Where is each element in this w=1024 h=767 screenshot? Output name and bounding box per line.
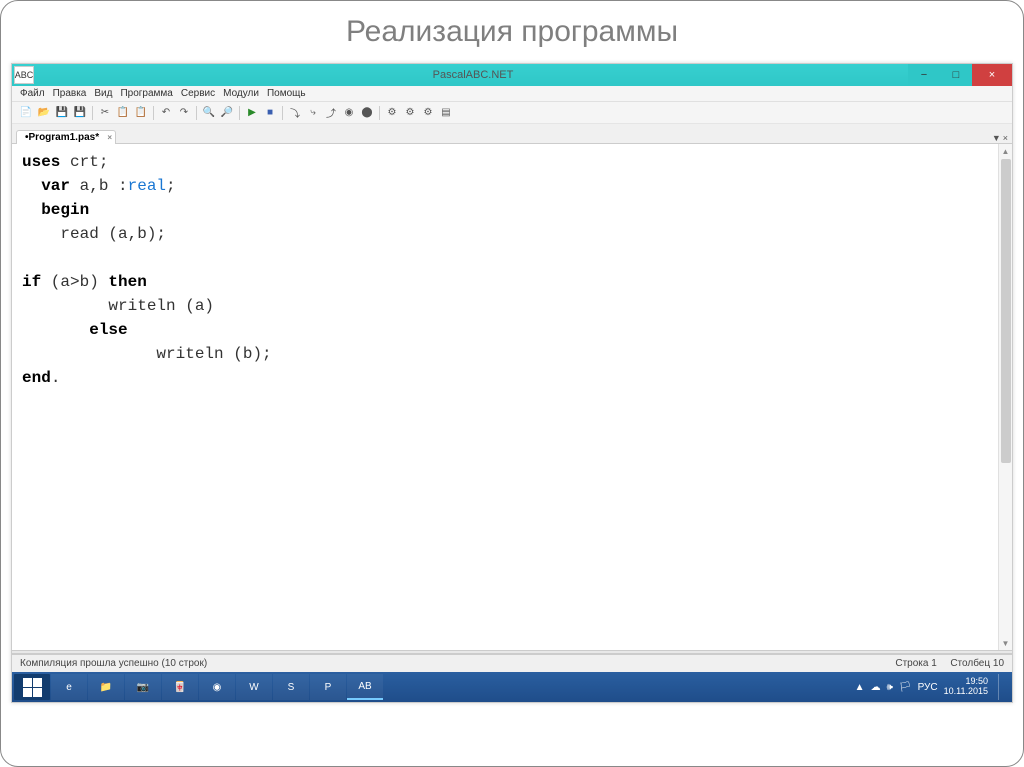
vertical-scrollbar[interactable]: ▲ ▼ (998, 144, 1012, 650)
code-editor[interactable]: uses crt; var a,b :real; begin read (a,b… (12, 144, 998, 650)
window-controls: − □ × (908, 64, 1012, 86)
slide-title: Реализация программы (11, 15, 1013, 49)
windows-logo-icon (23, 678, 42, 697)
taskbar-pascalabc[interactable]: AB (347, 674, 383, 700)
status-column: Столбец 10 (950, 658, 1004, 669)
toolbar-separator (92, 106, 93, 120)
toolbar-copy-button[interactable]: 📋 (115, 105, 131, 121)
menu-program[interactable]: Программа (120, 88, 172, 99)
toolbar-separator (153, 106, 154, 120)
tray-overflow-icon[interactable]: ▲ (855, 682, 865, 693)
toolbar-build-button[interactable]: ⚙ (402, 105, 418, 121)
scroll-thumb[interactable] (1001, 159, 1011, 463)
toolbar-breakpoint-button[interactable]: ⬤ (359, 105, 375, 121)
toolbar-new-button[interactable]: 📄 (18, 105, 34, 121)
taskbar-chrome[interactable]: ◉ (199, 674, 235, 700)
toolbar-find-button[interactable]: 🔍 (201, 105, 217, 121)
taskbar: e 📁 📷 🀄 ◉ W S P AB ▲ ☁ 🕪 🏳 РУС 19:50 10.… (12, 672, 1012, 702)
toolbar-separator (196, 106, 197, 120)
toolbar-stop-button[interactable]: ■ (262, 105, 278, 121)
tray-cloud-icon[interactable]: ☁ (871, 682, 881, 693)
start-button[interactable] (14, 674, 50, 700)
toolbar-separator (282, 106, 283, 120)
maximize-button[interactable]: □ (940, 64, 972, 86)
window-title: PascalABC.NET (38, 64, 908, 86)
toolbar-rebuild-button[interactable]: ⚙ (420, 105, 436, 121)
close-button[interactable]: × (972, 64, 1012, 86)
tray-language[interactable]: РУС (918, 682, 938, 693)
status-message: Компиляция прошла успешно (10 строк) (20, 658, 207, 669)
editor-tab[interactable]: •Program1.pas* × (16, 130, 116, 144)
toolbar-output-button[interactable]: ▤ (438, 105, 454, 121)
scroll-up-icon[interactable]: ▲ (999, 144, 1012, 158)
tab-list-dropdown[interactable]: ▼ (992, 133, 1001, 143)
taskbar-skype[interactable]: S (273, 674, 309, 700)
toolbar-undo-button[interactable]: ↶ (158, 105, 174, 121)
toolbar-stepin-button[interactable]: ⤷ (305, 105, 321, 121)
tabstrip: •Program1.pas* × ▼ × (12, 124, 1012, 144)
statusbar: Компиляция прошла успешно (10 строк) Стр… (12, 654, 1012, 672)
menu-edit[interactable]: Правка (53, 88, 87, 99)
taskbar-camera[interactable]: 📷 (125, 674, 161, 700)
tray-date: 10.11.2015 (944, 687, 988, 697)
taskbar-powerpoint[interactable]: P (310, 674, 346, 700)
menu-modules[interactable]: Модули (223, 88, 259, 99)
scroll-down-icon[interactable]: ▼ (999, 636, 1012, 650)
app-window: ABC PascalABC.NET − □ × Файл Правка Вид … (11, 63, 1013, 703)
toolbar-findnext-button[interactable]: 🔎 (219, 105, 235, 121)
app-icon: ABC (14, 66, 34, 84)
tab-dropdown: ▼ × (992, 133, 1008, 143)
menubar: Файл Правка Вид Программа Сервис Модули … (12, 86, 1012, 102)
tab-close-icon[interactable]: × (107, 133, 112, 142)
menu-service[interactable]: Сервис (181, 88, 215, 99)
taskbar-explorer[interactable]: 📁 (88, 674, 124, 700)
slide-frame: Реализация программы ABC PascalABC.NET −… (0, 0, 1024, 767)
tray-clock[interactable]: 19:50 10.11.2015 (944, 677, 988, 697)
toolbar-redo-button[interactable]: ↷ (176, 105, 192, 121)
menu-help[interactable]: Помощь (267, 88, 306, 99)
toolbar: 📄📂💾💾✂📋📋↶↷🔍🔎▶■⤵⤷⤴◉⬤⚙⚙⚙▤ (12, 102, 1012, 124)
toolbar-open-button[interactable]: 📂 (36, 105, 52, 121)
code-area: uses crt; var a,b :real; begin read (a,b… (12, 144, 1012, 650)
toolbar-run-button[interactable]: ▶ (244, 105, 260, 121)
tray-volume-icon[interactable]: 🕪 (887, 682, 893, 693)
tab-label: •Program1.pas* (25, 132, 99, 143)
toolbar-save-button[interactable]: 💾 (54, 105, 70, 121)
toolbar-saveall-button[interactable]: 💾 (72, 105, 88, 121)
menu-file[interactable]: Файл (20, 88, 45, 99)
toolbar-stepover-button[interactable]: ⤵ (287, 105, 303, 121)
tray-flag-icon[interactable]: 🏳 (899, 682, 912, 693)
toolbar-compile-button[interactable]: ⚙ (384, 105, 400, 121)
toolbar-paste-button[interactable]: 📋 (133, 105, 149, 121)
taskbar-word[interactable]: W (236, 674, 272, 700)
taskbar-ie[interactable]: e (51, 674, 87, 700)
menu-view[interactable]: Вид (94, 88, 112, 99)
toolbar-separator (239, 106, 240, 120)
tab-close-all[interactable]: × (1003, 133, 1008, 143)
show-desktop-button[interactable] (998, 674, 1006, 700)
taskbar-game[interactable]: 🀄 (162, 674, 198, 700)
toolbar-tracepoint-button[interactable]: ◉ (341, 105, 357, 121)
toolbar-cut-button[interactable]: ✂ (97, 105, 113, 121)
window-titlebar: ABC PascalABC.NET − □ × (12, 64, 1012, 86)
system-tray: ▲ ☁ 🕪 🏳 РУС 19:50 10.11.2015 (855, 674, 1010, 700)
minimize-button[interactable]: − (908, 64, 940, 86)
status-line: Строка 1 (895, 658, 936, 669)
toolbar-stepout-button[interactable]: ⤴ (323, 105, 339, 121)
toolbar-separator (379, 106, 380, 120)
